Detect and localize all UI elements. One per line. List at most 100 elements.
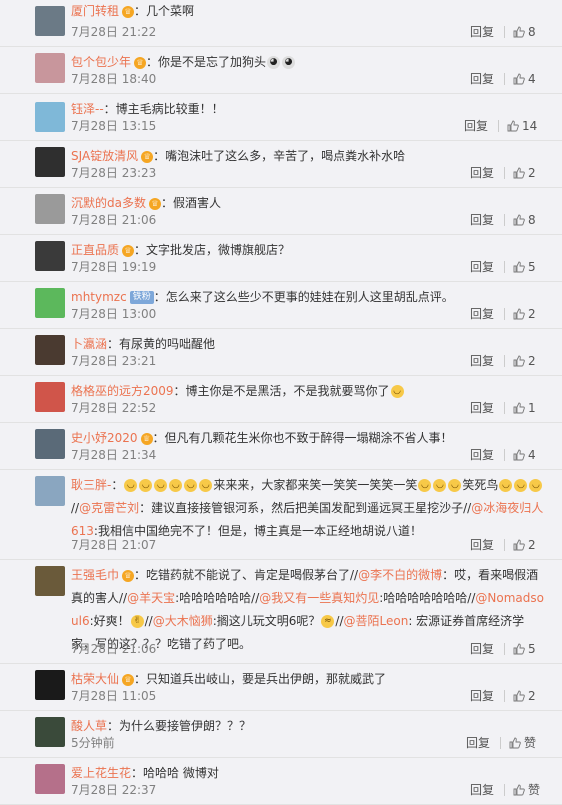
username-link[interactable]: 耿三胖- (71, 478, 111, 492)
avatar[interactable] (35, 194, 65, 224)
mention-link[interactable]: @我又有一些真知灼见 (259, 591, 379, 605)
thumbs-up-icon[interactable] (513, 26, 525, 38)
comment-list: 厦门转租 ♕ ：几个菜啊 7月28日 21:22 回复 8 包个包少年 ♕ ：你是不是忘了加狗头… (0, 0, 562, 805)
avatar[interactable] (35, 429, 65, 459)
avatar[interactable] (35, 6, 65, 36)
thumbs-up-icon[interactable] (513, 643, 525, 655)
thumbs-up-icon[interactable] (507, 120, 519, 132)
like-count[interactable]: 赞 (524, 734, 536, 752)
reply-button[interactable]: 回复 (470, 258, 494, 276)
mention-link[interactable]: @克雷芒刘 (79, 501, 139, 515)
comment-date: 7月28日 23:21 (71, 354, 157, 368)
mention-link[interactable]: @大木恼狮 (153, 614, 213, 628)
reply-button[interactable]: 回复 (466, 734, 490, 752)
comment-text-segment: 来来来，大家都来笑一笑笑一笑笑一笑 (213, 478, 418, 492)
vip-badge-icon: ♕ (148, 197, 161, 210)
thumbs-up-icon[interactable] (513, 449, 525, 461)
username-link[interactable]: 王强毛巾 (71, 568, 119, 582)
like-count[interactable]: 4 (528, 70, 536, 88)
reply-button[interactable]: 回复 (470, 352, 494, 370)
meta-divider (504, 261, 505, 273)
reply-button[interactable]: 回复 (470, 781, 494, 799)
like-count[interactable]: 2 (528, 352, 536, 370)
thumbs-up-icon[interactable] (513, 214, 525, 226)
like-count[interactable]: 4 (528, 446, 536, 464)
comment-item: 耿三胖-： ◡ ◡ ◡ ◡ ◡ ◡ 来来来，大家都来笑一笑笑一笑笑一笑 ◡ ◡ ◡ 笑死鸟 ◡ ◡ ◡//@… (0, 470, 562, 560)
reply-button[interactable]: 回复 (470, 446, 494, 464)
comment-text-segment: ：哈哈哈 微博对 (131, 766, 219, 780)
avatar[interactable] (35, 670, 65, 700)
comment-meta: 7月28日 21:06 回复 8 (71, 211, 551, 229)
reply-button[interactable]: 回复 (464, 117, 488, 135)
thumbs-up-icon[interactable] (513, 402, 525, 414)
username-link[interactable]: 厦门转租 (71, 4, 119, 18)
comment-meta: 7月28日 23:23 回复 2 (71, 164, 551, 182)
reply-button[interactable]: 回复 (470, 211, 494, 229)
avatar[interactable] (35, 102, 65, 132)
username-link[interactable]: mhtymzc (71, 290, 127, 304)
like-count[interactable]: 1 (528, 399, 536, 417)
avatar[interactable] (35, 241, 65, 271)
meta-divider (504, 539, 505, 551)
reply-button[interactable]: 回复 (470, 399, 494, 417)
like-count[interactable]: 2 (528, 305, 536, 323)
reply-button[interactable]: 回复 (470, 70, 494, 88)
like-count[interactable]: 2 (528, 164, 536, 182)
vip-badge-icon: ♕ (122, 673, 135, 686)
reply-button[interactable]: 回复 (470, 687, 494, 705)
comment-meta: 7月28日 22:52 回复 1 (71, 399, 551, 417)
like-count[interactable]: 8 (528, 211, 536, 229)
mention-link[interactable]: @羊天宝 (127, 591, 175, 605)
comment-item: 包个包少年 ♕ ：你是不是忘了加狗头 ◕ ◕ 7月28日 18:40 回复 4 (0, 47, 562, 94)
avatar[interactable] (35, 717, 65, 747)
avatar[interactable] (35, 764, 65, 794)
username-link[interactable]: 正直品质 (71, 243, 119, 257)
avatar[interactable] (35, 335, 65, 365)
thumbs-up-icon[interactable] (513, 308, 525, 320)
comment-text-segment: ：假酒害人 (160, 196, 221, 210)
laugh-emoji-icon: ◡ (433, 479, 447, 492)
reply-button[interactable]: 回复 (470, 164, 494, 182)
thumbs-up-icon[interactable] (509, 737, 521, 749)
like-count[interactable]: 2 (528, 687, 536, 705)
like-count[interactable]: 赞 (528, 781, 540, 799)
reply-button[interactable]: 回复 (470, 536, 494, 554)
reply-button[interactable]: 回复 (470, 305, 494, 323)
thumbs-up-icon[interactable] (513, 261, 525, 273)
avatar[interactable] (35, 566, 65, 596)
username-link[interactable]: 爱上花生花 (71, 766, 131, 780)
like-count[interactable]: 5 (528, 640, 536, 658)
like-count[interactable]: 14 (522, 117, 537, 135)
username-link[interactable]: 沉默的da多数 (71, 196, 146, 210)
like-count[interactable]: 8 (528, 23, 536, 41)
comment-date: 7月28日 21:07 (71, 538, 157, 552)
comment-item: SJA锭放清风 ♕ ：嘴泡沫吐了这么多，辛苦了，喝点粪水补水哈 7月28日 23:23… (0, 141, 562, 188)
mention-link[interactable]: @李不白的微博 (358, 568, 442, 582)
avatar[interactable] (35, 147, 65, 177)
reply-button[interactable]: 回复 (470, 640, 494, 658)
username-link[interactable]: 枯荣大仙 (71, 672, 119, 686)
username-link[interactable]: SJA锭放清风 (71, 149, 138, 163)
username-link[interactable]: 包个包少年 (71, 55, 131, 69)
avatar[interactable] (35, 382, 65, 412)
mention-link[interactable]: @菩陌Leon (344, 614, 409, 628)
avatar[interactable] (35, 53, 65, 83)
username-link[interactable]: 钰泽-- (71, 102, 104, 116)
avatar[interactable] (35, 476, 65, 506)
thumbs-up-icon[interactable] (513, 73, 525, 85)
username-link[interactable]: 酸人草 (71, 719, 107, 733)
reply-button[interactable]: 回复 (470, 23, 494, 41)
username-link[interactable]: 卜瀛涵 (71, 337, 107, 351)
thumbs-up-icon[interactable] (513, 690, 525, 702)
comment-text-segment: ：为什么要接管伊朗？？？ (107, 719, 252, 733)
like-count[interactable]: 5 (528, 258, 536, 276)
thumbs-up-icon[interactable] (513, 784, 525, 796)
like-count[interactable]: 2 (528, 536, 536, 554)
avatar[interactable] (35, 288, 65, 318)
thumbs-up-icon[interactable] (513, 539, 525, 551)
username-link[interactable]: 史小妤2020 (71, 431, 138, 445)
meta-divider (504, 784, 505, 796)
thumbs-up-icon[interactable] (513, 167, 525, 179)
thumbs-up-icon[interactable] (513, 355, 525, 367)
username-link[interactable]: 格格巫的远方2009 (71, 384, 174, 398)
